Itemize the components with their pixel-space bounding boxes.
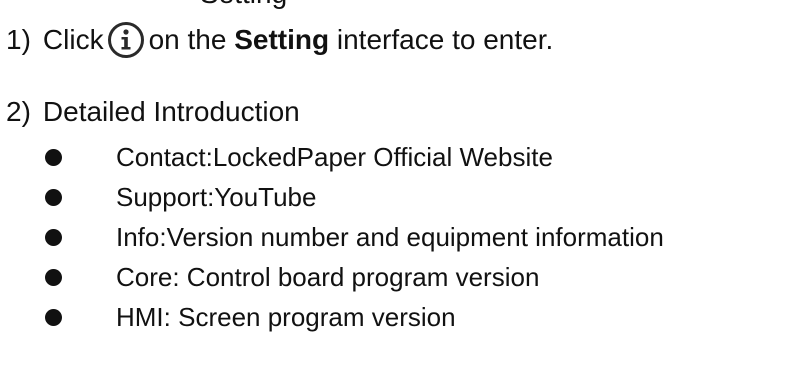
bullet-text: HMI: Screen program version [116, 302, 456, 332]
bullet-text: Info:Version number and equipment inform… [116, 222, 664, 252]
step-2-number: 2) [6, 96, 31, 127]
bullet-dot-icon [45, 309, 62, 326]
detail-bullet-list: Contact:LockedPaper Official Website Sup… [42, 137, 664, 337]
step-1-click-text: Click [42, 24, 104, 55]
bullet-text: Core: Control board program version [116, 262, 540, 292]
bullet-item-hmi: HMI: Screen program version [42, 297, 664, 337]
bullet-text: Contact:LockedPaper Official Website [116, 142, 553, 172]
bullet-text: Support:YouTube [116, 182, 317, 212]
cropped-header-text: Setting [0, 0, 790, 10]
bullet-dot-icon [45, 269, 62, 286]
bullet-item-core: Core: Control board program version [42, 257, 664, 297]
step-2-title: Detailed Introduction [42, 96, 300, 127]
bullet-item-contact: Contact:LockedPaper Official Website [42, 137, 664, 177]
step-1-setting-bold: Setting [234, 24, 330, 55]
bullet-dot-icon [45, 189, 62, 206]
step-1-on-the-text: on the [148, 24, 227, 55]
step-1-end-text: interface to enter. [336, 24, 554, 55]
info-icon [107, 21, 145, 59]
step-1: 1) Click on the Setting interface to ent… [6, 21, 553, 59]
cropped-header-label: Setting [200, 0, 287, 10]
bullet-dot-icon [45, 229, 62, 246]
step-2: 2) Detailed Introduction [6, 95, 300, 129]
bullet-item-support: Support:YouTube [42, 177, 664, 217]
bullet-item-info: Info:Version number and equipment inform… [42, 217, 664, 257]
bullet-dot-icon [45, 149, 62, 166]
step-1-number: 1) [6, 24, 31, 55]
